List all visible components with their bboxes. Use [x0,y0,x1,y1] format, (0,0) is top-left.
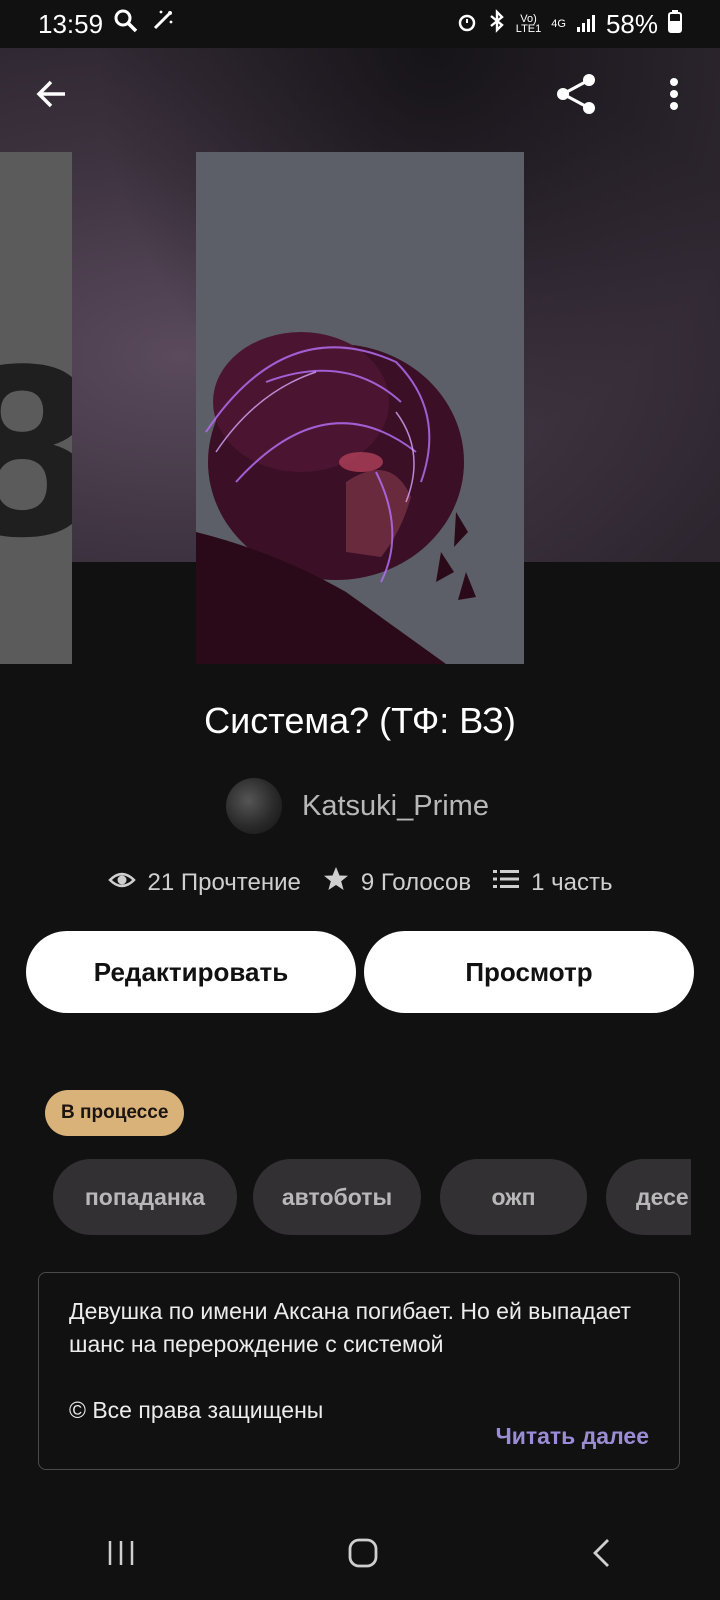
author-link[interactable]: Katsuki_Prime [226,778,489,834]
share-button[interactable] [549,68,605,124]
star-icon [323,866,349,899]
reads-stat: 21 Прочтение [107,866,301,899]
story-stats: 21 Прочтение 9 Голосов 1 часть [0,866,720,899]
author-name[interactable]: Katsuki_Prime [302,790,489,823]
recent-apps-icon [106,1540,136,1572]
edit-button[interactable]: Редактировать [26,931,356,1013]
story-title: Система? (ТФ: ВЗ) [204,700,516,741]
home-button[interactable] [347,1537,379,1574]
more-options-button[interactable] [646,68,702,124]
status-time: 13:59 [38,8,104,39]
tag-chip[interactable]: автоботы [253,1159,421,1235]
network-type: 4G [551,18,566,30]
alarm-icon [456,9,478,40]
votes-stat: 9 Голосов [323,866,471,899]
back-button[interactable] [24,68,80,124]
read-more-link[interactable]: Читать далее [496,1420,649,1453]
preview-button[interactable]: Просмотр [364,931,694,1013]
avatar[interactable] [226,778,282,834]
arrow-left-icon [35,77,69,116]
signal-icon [576,9,596,40]
recent-apps-button[interactable] [106,1538,136,1573]
bluetooth-icon [488,8,506,40]
status-badge: В процессе [45,1090,185,1136]
parts-stat: 1 часть [493,866,612,899]
volte-indicator: Vo) LTE1 [515,13,542,35]
tag-chip[interactable]: ожп [440,1159,587,1235]
system-nav-bar [0,1510,720,1600]
home-icon [347,1538,379,1573]
battery-icon [668,9,682,40]
more-vertical-icon [668,76,680,117]
eye-icon [107,869,136,897]
story-cover-image[interactable] [196,152,524,664]
search-icon [113,8,139,41]
list-icon [493,868,520,897]
description-text: Девушка по имени Аксана погибает. Но ей … [69,1298,631,1357]
previous-cover-image[interactable]: 8 [0,152,72,664]
tags-list[interactable]: попаданка автоботы ожп десе [53,1159,691,1235]
cover-illustration [196,152,524,664]
battery-text: 58% [605,8,658,39]
back-icon [590,1538,614,1573]
description-box: Девушка по имени Аксана погибает. Но ей … [38,1272,680,1470]
status-bar: 13:59 Vo) LTE1 4G 58% [0,0,720,48]
tag-chip[interactable]: десе [606,1159,691,1235]
tag-chip[interactable]: попаданка [53,1159,237,1235]
share-icon [553,70,601,123]
magic-wand-icon [149,8,175,41]
nav-back-button[interactable] [590,1537,614,1574]
